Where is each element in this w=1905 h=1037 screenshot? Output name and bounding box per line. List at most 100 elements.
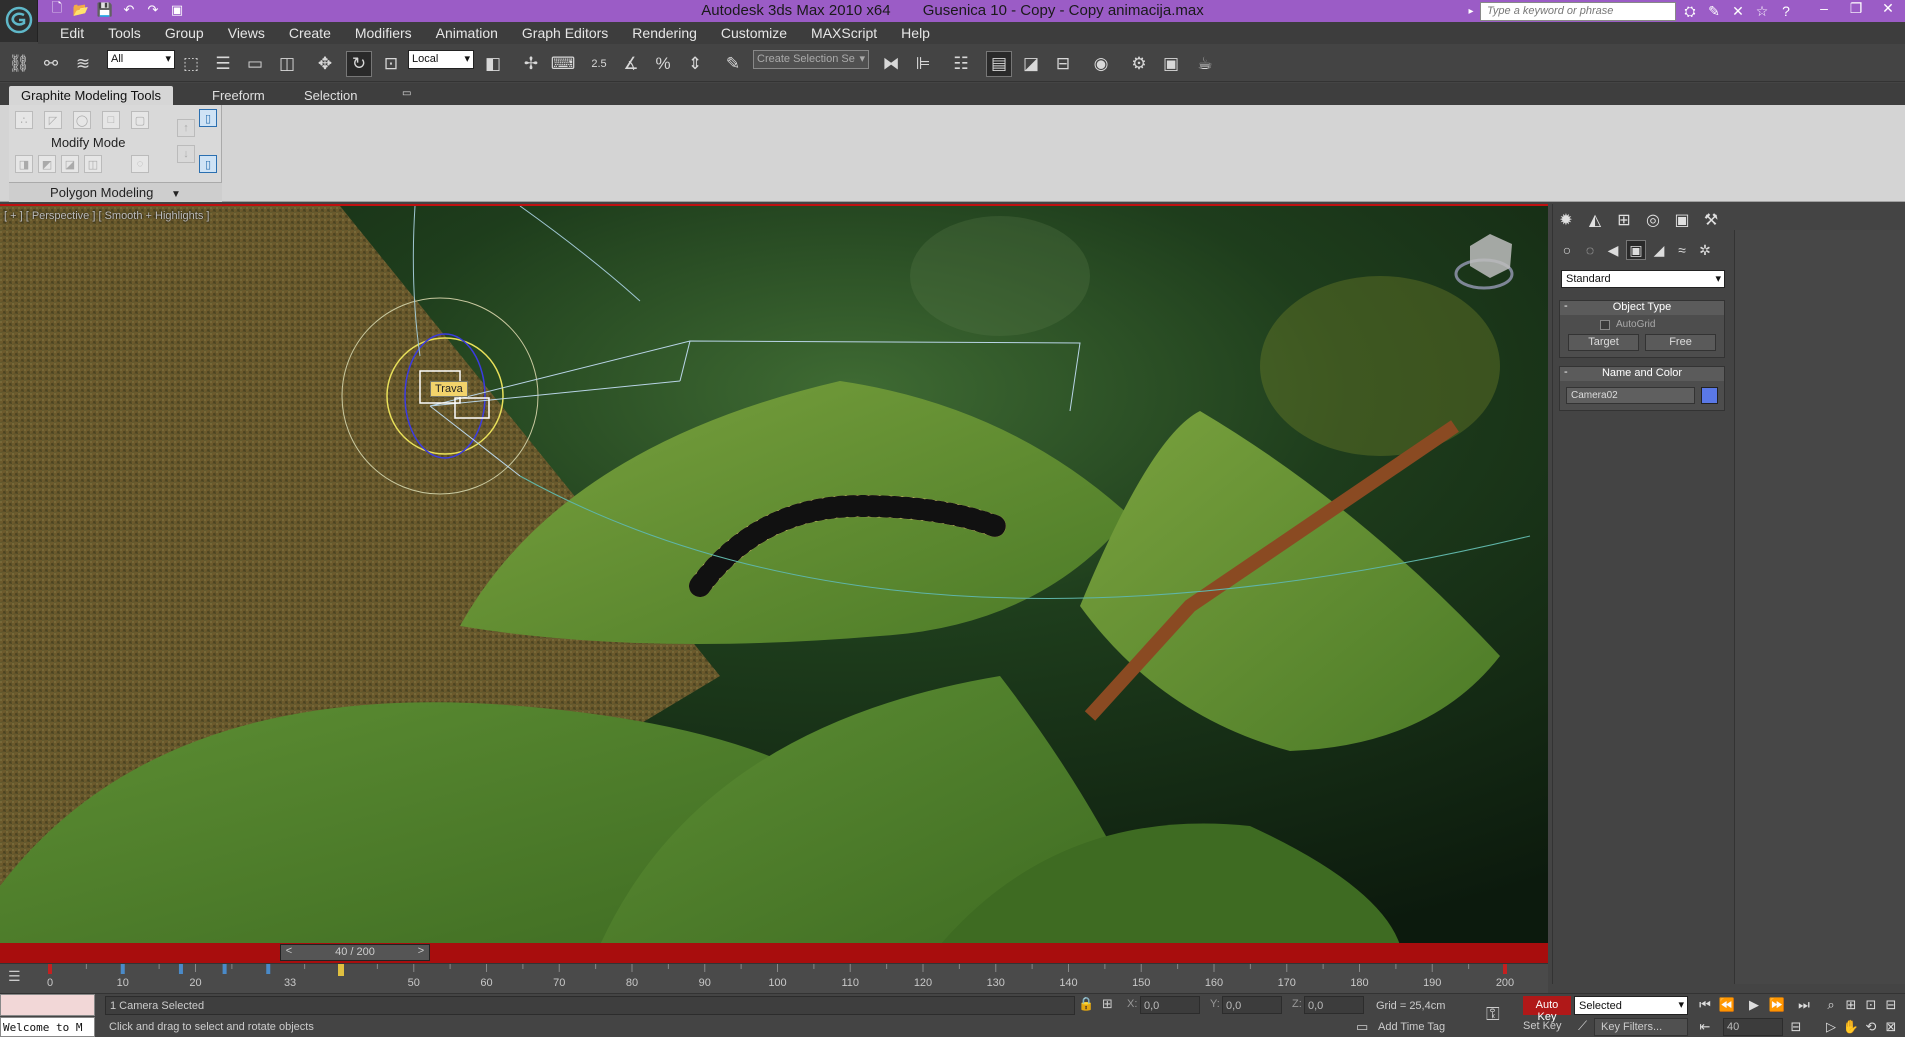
keyboard-shortcut-override-icon[interactable]: ⌨ <box>550 51 576 77</box>
percent-snap-icon[interactable]: % <box>650 51 676 77</box>
maxscript-listener-output[interactable]: Welcome to M <box>0 1017 95 1037</box>
select-and-move-icon[interactable]: ✥ <box>312 51 338 77</box>
menu-maxscript[interactable]: MAXScript <box>799 22 889 44</box>
rendered-frame-window-icon[interactable]: ▣ <box>1158 51 1184 77</box>
auto-key-button[interactable]: Auto Key <box>1523 996 1571 1023</box>
name-and-color-header[interactable]: - Name and Color <box>1560 366 1724 381</box>
track-key[interactable] <box>266 964 271 974</box>
object-name-input[interactable]: Camera02 <box>1566 387 1696 404</box>
close-icon[interactable]: ✕ <box>1879 0 1897 17</box>
maximize-viewport-icon[interactable]: ⊠ <box>1882 1019 1900 1035</box>
schematic-view-icon[interactable]: ⊟ <box>1050 51 1076 77</box>
object-color-swatch[interactable] <box>1701 387 1718 404</box>
collapse-arrow-icon[interactable]: ▸ <box>1466 2 1476 20</box>
zoom-all-icon[interactable]: ⊞ <box>1842 997 1860 1013</box>
shrink-selection-icon[interactable]: ◩ <box>38 155 56 173</box>
collapse-stack-icon[interactable]: ↑ <box>177 119 195 137</box>
bind-to-space-warp-icon[interactable]: ≋ <box>70 51 96 77</box>
spinner-snap-icon[interactable]: ⇕ <box>682 51 708 77</box>
menu-customize[interactable]: Customize <box>709 22 799 44</box>
menu-create[interactable]: Create <box>277 22 343 44</box>
preserve-uvs-icon[interactable]: ◨ <box>15 155 33 173</box>
select-and-rotate-icon[interactable]: ↻ <box>346 51 372 77</box>
selection-filter-dropdown[interactable]: All <box>107 50 175 69</box>
track-key[interactable] <box>48 964 52 974</box>
add-time-tag-button[interactable]: Add Time Tag <box>1378 1021 1445 1033</box>
z-coordinate-input[interactable]: 0,0 <box>1304 996 1364 1014</box>
border-icon[interactable]: ◯ <box>73 111 91 129</box>
use-soft-selection-icon[interactable]: ▯ <box>199 155 217 173</box>
lights-icon[interactable]: ◀ <box>1603 240 1623 260</box>
autogrid-checkbox[interactable] <box>1600 319 1610 330</box>
next-frame-icon[interactable]: ⏩ <box>1768 997 1786 1013</box>
menu-help[interactable]: Help <box>889 22 942 44</box>
default-in-out-tangents-icon[interactable]: ⟋ <box>1578 1018 1587 1034</box>
current-frame-input[interactable]: 40 <box>1723 1018 1783 1036</box>
edit-named-selection-icon[interactable]: ✎ <box>720 51 746 77</box>
time-configuration-icon[interactable]: ⊟ <box>1787 1019 1805 1035</box>
current-frame-marker[interactable] <box>338 964 344 976</box>
tab-freeform[interactable]: Freeform <box>200 86 277 105</box>
key-mode-dropdown[interactable]: Selected <box>1574 996 1688 1015</box>
absolute-mode-transform-icon[interactable]: ⊞ <box>1102 996 1113 1012</box>
systems-icon[interactable]: ✲ <box>1695 240 1715 260</box>
selection-lock-icon[interactable]: 🔒 <box>1078 996 1094 1012</box>
binoculars-icon[interactable]: ⛭ <box>1680 2 1700 20</box>
previous-frame-icon[interactable]: ⏪ <box>1718 997 1736 1013</box>
layer-manager-icon[interactable]: ☷ <box>948 51 974 77</box>
maxscript-mini-listener[interactable] <box>0 994 95 1016</box>
next-frame-button[interactable]: > <box>414 945 428 960</box>
use-pivot-center-icon[interactable]: ◧ <box>480 51 506 77</box>
go-to-start-icon[interactable]: ⏮ <box>1696 997 1714 1013</box>
minimize-icon[interactable]: – <box>1815 0 1833 17</box>
reference-coordinate-system-dropdown[interactable]: Local <box>408 50 474 69</box>
display-panel-icon[interactable]: ▣ <box>1671 209 1693 231</box>
space-warps-icon[interactable]: ≈ <box>1672 240 1692 260</box>
help-icon[interactable]: ? <box>1776 2 1796 20</box>
tab-selection[interactable]: Selection <box>292 86 369 105</box>
viewport-label[interactable]: [ + ] [ Perspective ] [ Smooth + Highlig… <box>4 210 209 222</box>
track-key[interactable] <box>120 964 125 974</box>
perspective-viewport[interactable]: [ + ] [ Perspective ] [ Smooth + Highlig… <box>0 204 1548 943</box>
menu-modifiers[interactable]: Modifiers <box>343 22 424 44</box>
named-selection-set-dropdown[interactable]: Create Selection Se <box>753 50 869 69</box>
material-editor-icon[interactable]: ◉ <box>1088 51 1114 77</box>
y-coordinate-input[interactable]: 0,0 <box>1222 996 1282 1014</box>
polygon-icon[interactable]: □ <box>102 111 120 129</box>
select-by-name-icon[interactable]: ☰ <box>210 51 236 77</box>
category-dropdown[interactable]: Standard <box>1561 270 1725 288</box>
shapes-icon[interactable]: ◌ <box>1580 240 1600 260</box>
communication-icon[interactable]: ✕ <box>1728 2 1748 20</box>
modify-panel-icon[interactable]: ◭ <box>1584 209 1606 231</box>
show-end-result-icon[interactable]: ↓ <box>177 145 195 163</box>
key-filters-button[interactable]: Key Filters... <box>1594 1018 1688 1036</box>
search-input[interactable]: Type a keyword or phrase <box>1480 1 1676 21</box>
menu-animation[interactable]: Animation <box>424 22 510 44</box>
hierarchy-panel-icon[interactable]: ⊞ <box>1613 209 1635 231</box>
create-panel-icon[interactable]: ✹ <box>1555 209 1577 231</box>
subscription-icon[interactable]: ✎ <box>1704 2 1724 20</box>
select-and-manipulate-icon[interactable]: ✢ <box>518 51 544 77</box>
object-type-header[interactable]: - Object Type <box>1560 300 1724 315</box>
curve-editor-icon[interactable]: ◪ <box>1018 51 1044 77</box>
zoom-extents-all-icon[interactable]: ⊟ <box>1882 997 1900 1013</box>
set-keys-key-icon[interactable]: ⚿ <box>1486 1004 1500 1025</box>
edge-icon[interactable]: ◸ <box>44 111 62 129</box>
pan-view-icon[interactable]: ✋ <box>1842 1019 1860 1035</box>
zoom-extents-icon[interactable]: ⊡ <box>1862 997 1880 1013</box>
field-of-view-icon[interactable]: ▷ <box>1822 1019 1840 1035</box>
target-camera-button[interactable]: Target <box>1568 334 1639 351</box>
toggle-command-panel-icon[interactable]: ▯ <box>199 109 217 127</box>
track-key[interactable] <box>178 964 183 974</box>
mirror-icon[interactable]: ⧓ <box>878 51 904 77</box>
application-button[interactable] <box>0 0 38 42</box>
select-and-scale-icon[interactable]: ⊡ <box>378 51 404 77</box>
track-key[interactable] <box>1503 964 1507 974</box>
graphite-modeling-tools-toggle-icon[interactable]: ▤ <box>986 51 1012 77</box>
grow-selection-icon[interactable]: ◪ <box>61 155 79 173</box>
window-crossing-icon[interactable]: ◫ <box>274 51 300 77</box>
menu-tools[interactable]: Tools <box>96 22 153 44</box>
utilities-panel-icon[interactable]: ⚒ <box>1700 209 1722 231</box>
angle-snap-icon[interactable]: ∡ <box>618 51 644 77</box>
play-animation-icon[interactable]: ▶ <box>1745 997 1763 1013</box>
